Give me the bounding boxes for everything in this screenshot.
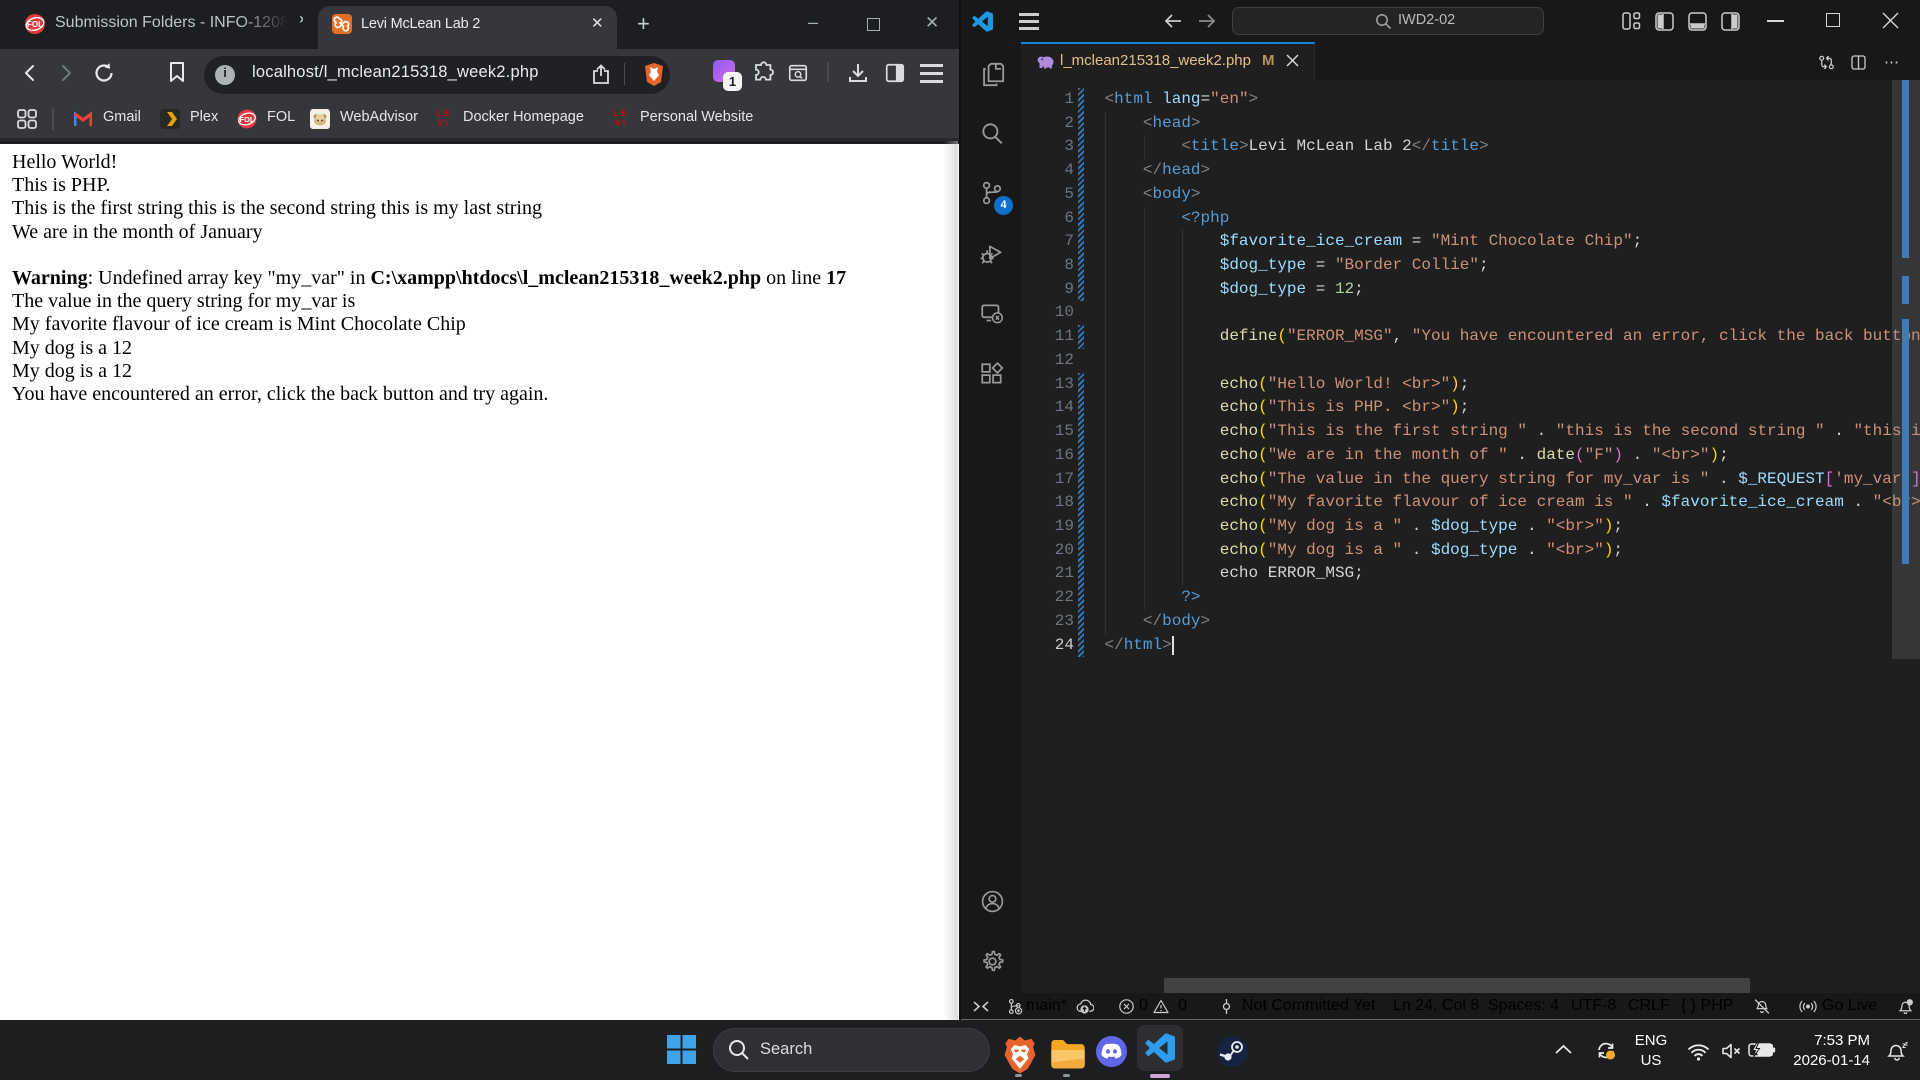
svg-text:FOL: FOL <box>27 20 43 29</box>
svg-text:z: z <box>1905 1042 1908 1048</box>
svg-text:FOL: FOL <box>240 115 255 124</box>
